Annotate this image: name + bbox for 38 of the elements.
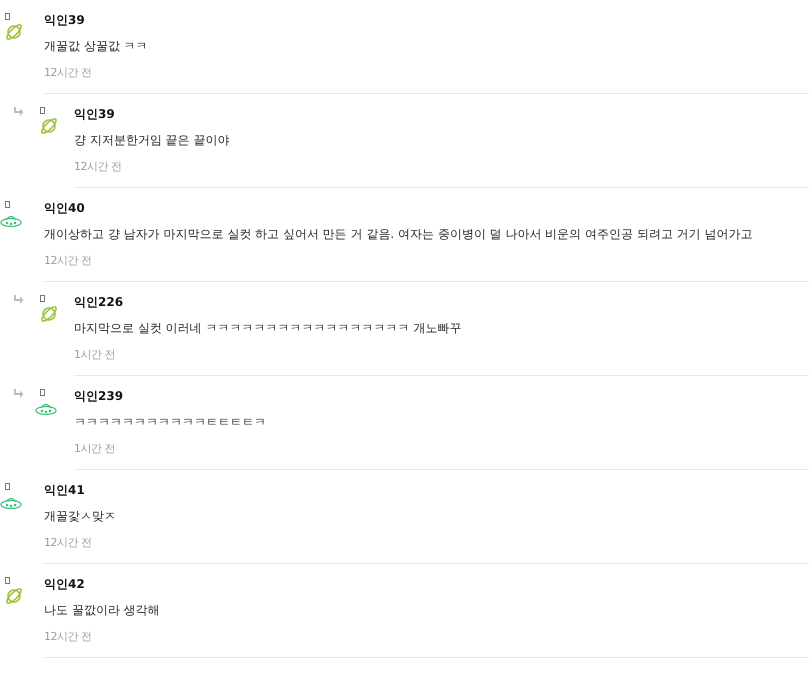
- reply-arrow-icon: [13, 107, 24, 117]
- author-name: 익인40: [44, 200, 85, 216]
- missing-glyph-icon: [5, 483, 10, 490]
- comment-text: 걍 지저분한거임 끝은 끝이야: [74, 132, 230, 149]
- author-name: 익인239: [74, 388, 124, 404]
- timestamp: 12시간 전: [44, 537, 92, 549]
- timestamp: 12시간 전: [44, 67, 92, 79]
- comment-text: 개이상하고 걍 남자가 마지막으로 실컷 하고 싶어서 만든 거 같음. 여자는 중이병이 덜 나아서 비운의 여주인공 되려고 거기 넘어가고: [44, 226, 752, 243]
- reply-arrow-icon: [13, 389, 24, 399]
- timestamp: 12시간 전: [44, 631, 92, 643]
- author-name: 익인41: [44, 482, 85, 498]
- planet-icon: [4, 586, 24, 606]
- comment-text: ㅋㅋㅋㅋㅋㅋㅋㅋㅋㅋㅋㅌㅌㅌㅌㅋ: [74, 414, 266, 431]
- timestamp: 12시간 전: [44, 255, 92, 267]
- author-name: 익인39: [44, 12, 85, 28]
- timestamp: 12시간 전: [74, 161, 122, 173]
- ufo-icon: [35, 402, 57, 416]
- ufo-icon: [0, 496, 22, 510]
- author-name: 익인39: [74, 106, 115, 122]
- comment-text: 나도 꿀깞이라 생각해: [44, 602, 160, 619]
- missing-glyph-icon: [5, 577, 10, 584]
- missing-glyph-icon: [40, 389, 45, 396]
- comment-text: 개꿀값 상꿀값 ㅋㅋ: [44, 38, 148, 55]
- timestamp: 1시간 전: [74, 349, 115, 361]
- missing-glyph-icon: [40, 107, 45, 114]
- planet-icon: [39, 304, 59, 324]
- missing-glyph-icon: [40, 295, 45, 302]
- comment-text: 마지막으로 실컷 이러네 ㅋㅋㅋㅋㅋㅋㅋㅋㅋㅋㅋㅋㅋㅋㅋㅋㅋ 개노빠꾸: [74, 320, 462, 337]
- planet-icon: [39, 116, 59, 136]
- author-name: 익인42: [44, 576, 85, 592]
- author-name: 익인226: [74, 294, 124, 310]
- planet-icon: [4, 22, 24, 42]
- missing-glyph-icon: [5, 201, 10, 208]
- reply-arrow-icon: [13, 295, 24, 305]
- timestamp: 1시간 전: [74, 443, 115, 455]
- ufo-icon: [0, 214, 22, 228]
- comment-text: 개꿀갗ㅅ맞ㅈ: [44, 508, 116, 525]
- missing-glyph-icon: [5, 13, 10, 20]
